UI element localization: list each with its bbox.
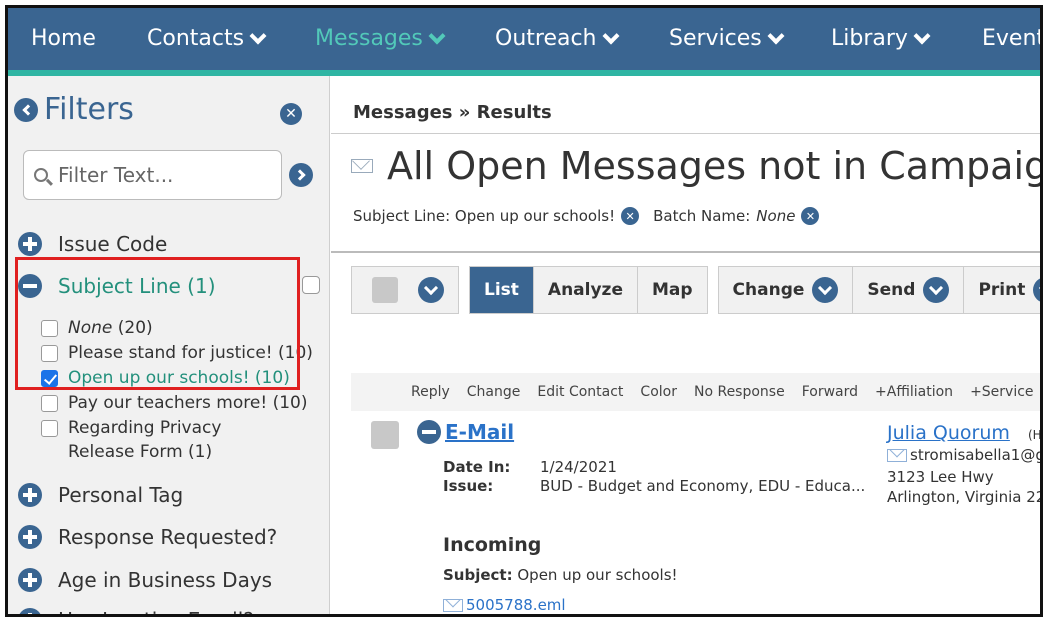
- filter-text-box: [23, 150, 282, 200]
- add-service-action[interactable]: +Service: [970, 384, 1033, 400]
- checkbox[interactable]: [41, 420, 58, 437]
- edit-contact-action[interactable]: Edit Contact: [537, 384, 623, 400]
- filter-section-age-business-days[interactable]: Age in Business Days: [18, 568, 272, 592]
- message-subject: Subject: Open up our schools!: [443, 566, 678, 584]
- forward-action[interactable]: Forward: [802, 384, 858, 400]
- top-nav: Home Contacts Messages Outreach Services…: [8, 8, 1040, 76]
- expand-plus-icon: [18, 525, 42, 549]
- print-button[interactable]: Print: [964, 267, 1040, 313]
- issue-field: Issue: BUD - Budget and Economy, EDU - E…: [443, 477, 866, 495]
- chevron-down-icon: [812, 277, 839, 303]
- color-action[interactable]: Color: [640, 384, 677, 400]
- contact-phone-type: (H: [1028, 428, 1042, 442]
- record-type-link[interactable]: E-Mail: [417, 420, 514, 444]
- highlight-box: [15, 257, 300, 390]
- nav-contacts[interactable]: Contacts: [147, 26, 267, 51]
- view-group: List Analyze Map: [469, 266, 708, 314]
- nav-events[interactable]: Event: [982, 26, 1040, 51]
- filter-section-inactive-email[interactable]: Has Inactive Email?: [18, 608, 254, 614]
- select-all-dropdown[interactable]: [352, 267, 458, 313]
- subject-option-teachers[interactable]: Pay our teachers more! (10): [41, 391, 307, 415]
- remove-subject-criterion-icon[interactable]: ✕: [621, 207, 640, 225]
- breadcrumb: Messages » Results: [353, 102, 552, 123]
- remove-batch-criterion-icon[interactable]: ✕: [801, 207, 820, 225]
- expand-plus-icon: [18, 568, 42, 592]
- chevron-down-icon: [602, 27, 620, 44]
- date-in-field: Date In: 1/24/2021: [443, 458, 617, 476]
- reply-action[interactable]: Reply: [411, 384, 450, 400]
- subject-option-privacy[interactable]: Regarding Privacy Release Form (1): [41, 416, 291, 464]
- analyze-view-button[interactable]: Analyze: [534, 267, 638, 313]
- divider: [331, 133, 1040, 134]
- nav-services[interactable]: Services: [669, 26, 785, 51]
- page-title: All Open Messages not in Campaigns: [351, 144, 1040, 188]
- contact-address-line1: 3123 Lee Hwy: [887, 468, 994, 486]
- search-icon: [34, 168, 48, 182]
- email-icon: [887, 448, 907, 462]
- filters-title: Filters: [44, 92, 134, 127]
- email-file-icon: [443, 598, 463, 612]
- nav-outreach[interactable]: Outreach: [495, 26, 620, 51]
- list-view-button[interactable]: List: [470, 267, 534, 313]
- contact-address-line2: Arlington, Virginia 22: [887, 488, 1043, 506]
- filter-section-response-requested[interactable]: Response Requested?: [18, 525, 277, 549]
- envelope-icon: [351, 159, 373, 173]
- message-direction: Incoming: [443, 534, 542, 556]
- action-group: Change Send Print: [717, 266, 1040, 314]
- contact-email[interactable]: stromisabella1@g: [887, 446, 1040, 464]
- results-toolbar: List Analyze Map Change Send Print: [351, 266, 1040, 314]
- no-response-action[interactable]: No Response: [694, 384, 785, 400]
- chevron-down-icon: [428, 27, 446, 44]
- chevron-down-icon: [767, 27, 785, 44]
- app-frame: Home Contacts Messages Outreach Services…: [5, 5, 1043, 617]
- divider: [331, 251, 1040, 253]
- send-button[interactable]: Send: [853, 267, 965, 313]
- active-criteria: Subject Line: Open up our schools! ✕ Bat…: [353, 207, 820, 225]
- attachment-link[interactable]: 5005788.eml: [443, 596, 566, 614]
- chevron-down-icon: [249, 27, 267, 44]
- filters-header: Filters: [14, 92, 134, 127]
- nav-home[interactable]: Home: [31, 26, 96, 51]
- clear-filters-icon[interactable]: ✕: [280, 103, 302, 125]
- select-group: [351, 266, 459, 314]
- filter-text-input[interactable]: [58, 163, 258, 187]
- change-button[interactable]: Change: [719, 267, 854, 313]
- expand-plus-icon: [18, 483, 42, 507]
- change-action[interactable]: Change: [467, 384, 521, 400]
- filter-section-personal-tag[interactable]: Personal Tag: [18, 483, 183, 507]
- contact-name-link[interactable]: Julia Quorum: [887, 422, 1010, 444]
- add-affiliation-action[interactable]: +Affiliation: [875, 384, 953, 400]
- select-all-checkbox[interactable]: [372, 277, 398, 303]
- collapse-sidebar-icon[interactable]: [14, 97, 38, 122]
- filters-sidebar: Filters ✕ Issue Code Subject Line (1) No…: [8, 76, 330, 614]
- chevron-down-icon: [1033, 277, 1040, 303]
- apply-filter-icon[interactable]: [289, 163, 313, 187]
- nav-library[interactable]: Library: [831, 26, 931, 51]
- map-view-button[interactable]: Map: [638, 267, 707, 313]
- chevron-down-icon: [913, 27, 931, 44]
- chevron-down-icon: [923, 277, 950, 303]
- chevron-down-icon[interactable]: [418, 277, 444, 303]
- filter-section-issue-code[interactable]: Issue Code: [18, 232, 167, 256]
- nav-messages[interactable]: Messages: [315, 26, 446, 51]
- row-select-checkbox[interactable]: [371, 421, 399, 449]
- collapse-minus-icon[interactable]: [417, 420, 441, 444]
- results-pane: Messages » Results All Open Messages not…: [331, 76, 1043, 614]
- checkbox[interactable]: [41, 395, 58, 412]
- expand-plus-icon: [18, 608, 42, 614]
- row-actions-bar: Reply Change Edit Contact Color No Respo…: [351, 373, 1040, 411]
- subject-line-section-checkbox[interactable]: [302, 276, 320, 294]
- expand-plus-icon: [18, 232, 42, 256]
